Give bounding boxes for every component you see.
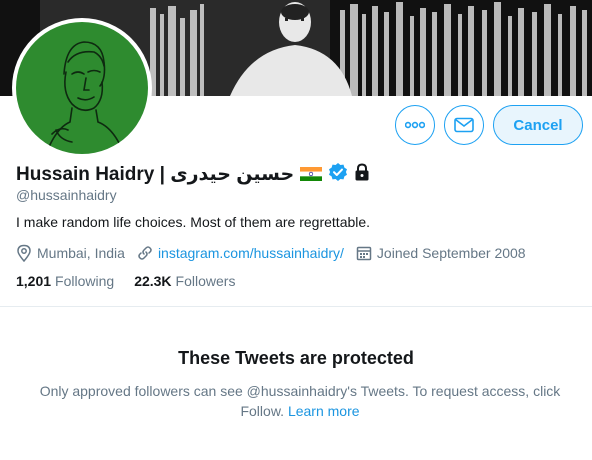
website-link[interactable]: instagram.com/hussainhaidry/ [158, 245, 344, 261]
location-pin-icon [17, 244, 31, 262]
followers-label: Followers [175, 273, 236, 289]
message-button[interactable] [444, 105, 484, 145]
envelope-icon [454, 117, 474, 133]
followers-count: 22.3K [134, 273, 172, 289]
profile-bio: I make random life choices. Most of them… [16, 214, 371, 230]
more-icon [405, 121, 425, 129]
display-name: Hussain Haidry | حسین حیدری [16, 163, 295, 185]
following-label: Following [55, 273, 115, 289]
joined-text: Joined September 2008 [376, 245, 526, 261]
following-count: 1,201 [16, 273, 52, 289]
link-icon [138, 246, 152, 260]
profile-handle: @hussainhaidry [16, 187, 117, 203]
learn-more-link[interactable]: Learn more [288, 403, 360, 419]
cancel-follow-request-button[interactable]: Cancel [493, 105, 583, 145]
profile-name-row: Hussain Haidry | حسین حیدری [16, 162, 372, 186]
protected-title: These Tweets are protected [178, 348, 414, 368]
followers-stat[interactable]: 22.3K Followers [134, 273, 235, 289]
profile-meta-row: Mumbai, India instagram.com/hussainhaidr… [16, 244, 538, 262]
india-flag-icon [300, 167, 323, 181]
joined-item: Joined September 2008 [356, 245, 526, 261]
website-item: instagram.com/hussainhaidry/ [137, 245, 344, 261]
following-stat[interactable]: 1,201 Following [16, 273, 114, 289]
location-item: Mumbai, India [16, 244, 125, 262]
more-options-button[interactable] [395, 105, 435, 145]
verified-badge-icon [328, 162, 348, 187]
lock-icon [352, 162, 372, 187]
protected-message: Only approved followers can see @hussain… [24, 381, 576, 421]
calendar-icon [356, 246, 372, 261]
profile-avatar[interactable] [12, 18, 152, 158]
profile-stats-row: 1,201 Following 22.3K Followers [16, 273, 255, 289]
section-divider [0, 306, 592, 307]
location-text: Mumbai, India [37, 245, 125, 261]
